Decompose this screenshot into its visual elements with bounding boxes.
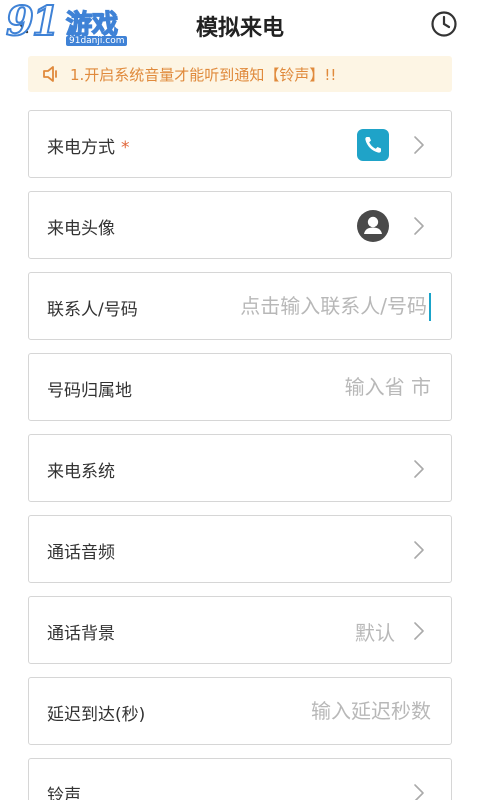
chevron-right-icon (414, 622, 424, 640)
delay-seconds-row: 延迟到达(秒) (28, 677, 452, 745)
chevron-right-icon (414, 784, 424, 800)
clock-icon (431, 11, 457, 37)
row-label: 来电系统 (47, 462, 115, 482)
notice-text: 1.开启系统音量才能听到通知【铃声】!! (70, 66, 337, 84)
watermark-logo: 91 游戏 91danji.com (2, 0, 142, 52)
chevron-right-icon (414, 460, 424, 478)
row-label: 通话音频 (47, 543, 115, 563)
phone-icon (357, 129, 389, 161)
history-button[interactable] (430, 10, 458, 38)
call-system-row[interactable]: 来电系统 (28, 434, 452, 502)
number-location-row: 号码归属地 (28, 353, 452, 421)
row-label: 来电方式 * (47, 138, 130, 158)
required-mark: * (121, 138, 130, 158)
row-label: 来电头像 (47, 219, 115, 239)
caller-avatar-row[interactable]: 来电头像 (28, 191, 452, 259)
watermark-number: 91 (5, 0, 61, 46)
ringtone-row[interactable]: 铃声 (28, 758, 452, 800)
delay-seconds-input[interactable] (231, 694, 431, 728)
chevron-right-icon (414, 217, 424, 235)
avatar-icon (357, 210, 389, 242)
call-audio-row[interactable]: 通话音频 (28, 515, 452, 583)
chevron-right-icon (414, 541, 424, 559)
call-background-value: 默认 (355, 621, 395, 645)
row-label: 号码归属地 (47, 381, 132, 401)
watermark-url: 91danji.com (66, 36, 128, 46)
row-label: 延迟到达(秒) (47, 705, 146, 725)
volume-notice-banner: 1.开启系统音量才能听到通知【铃声】!! (28, 56, 452, 92)
number-location-input[interactable] (191, 370, 431, 404)
speaker-icon (43, 66, 57, 82)
call-background-row[interactable]: 通话背景 默认 (28, 596, 452, 664)
chevron-right-icon (414, 136, 424, 154)
row-label: 联系人/号码 (47, 300, 138, 320)
text-cursor (429, 293, 431, 321)
call-type-row[interactable]: 来电方式 * (28, 110, 452, 178)
row-label: 通话背景 (47, 624, 115, 644)
contact-number-row: 联系人/号码 (28, 272, 452, 340)
contact-number-input[interactable] (167, 289, 427, 323)
row-label: 铃声 (47, 786, 81, 800)
